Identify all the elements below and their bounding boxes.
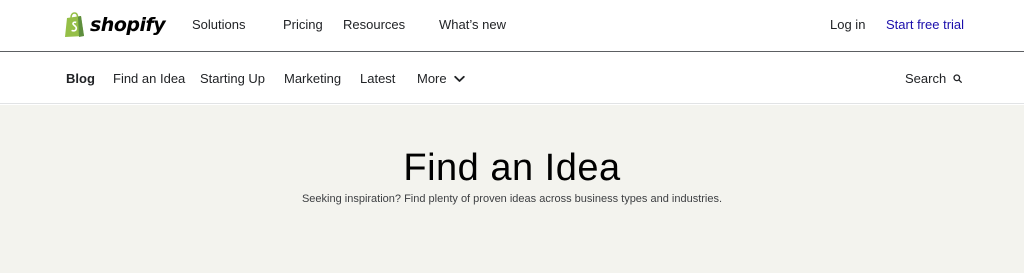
search-button[interactable]: Search — [905, 71, 963, 86]
login-link[interactable]: Log in — [830, 17, 865, 32]
page-title: Find an Idea — [403, 147, 621, 189]
subnav-blog-link[interactable]: Blog — [66, 71, 95, 86]
start-free-trial-link[interactable]: Start free trial — [886, 17, 964, 32]
search-icon — [953, 74, 963, 83]
subnav-marketing-link[interactable]: Marketing — [284, 71, 341, 86]
top-navigation-bar: shopify Solutions Pricing Resources What… — [0, 0, 1024, 52]
subnav-find-an-idea-link[interactable]: Find an Idea — [113, 71, 185, 86]
nav-whats-new-link[interactable]: What’s new — [439, 17, 506, 32]
logo-wordmark: shopify — [90, 14, 166, 36]
shopify-bag-icon — [65, 12, 84, 37]
search-label: Search — [905, 71, 947, 86]
nav-solutions-link[interactable]: Solutions — [192, 17, 245, 32]
nav-pricing-link[interactable]: Pricing — [283, 17, 323, 32]
blog-sub-navigation: Blog Find an Idea Starting Up Marketing … — [0, 53, 1024, 104]
subnav-latest-link[interactable]: Latest — [360, 71, 395, 86]
more-dropdown[interactable]: More — [417, 71, 465, 86]
hero-banner: Find an Idea Seeking inspiration? Find p… — [0, 105, 1024, 273]
more-label: More — [417, 71, 447, 86]
chevron-down-icon — [453, 75, 465, 82]
nav-resources-link[interactable]: Resources — [343, 17, 405, 32]
shopify-logo[interactable]: shopify — [64, 12, 166, 38]
page-subtitle: Seeking inspiration? Find plenty of prov… — [301, 193, 723, 205]
subnav-starting-up-link[interactable]: Starting Up — [200, 71, 265, 86]
